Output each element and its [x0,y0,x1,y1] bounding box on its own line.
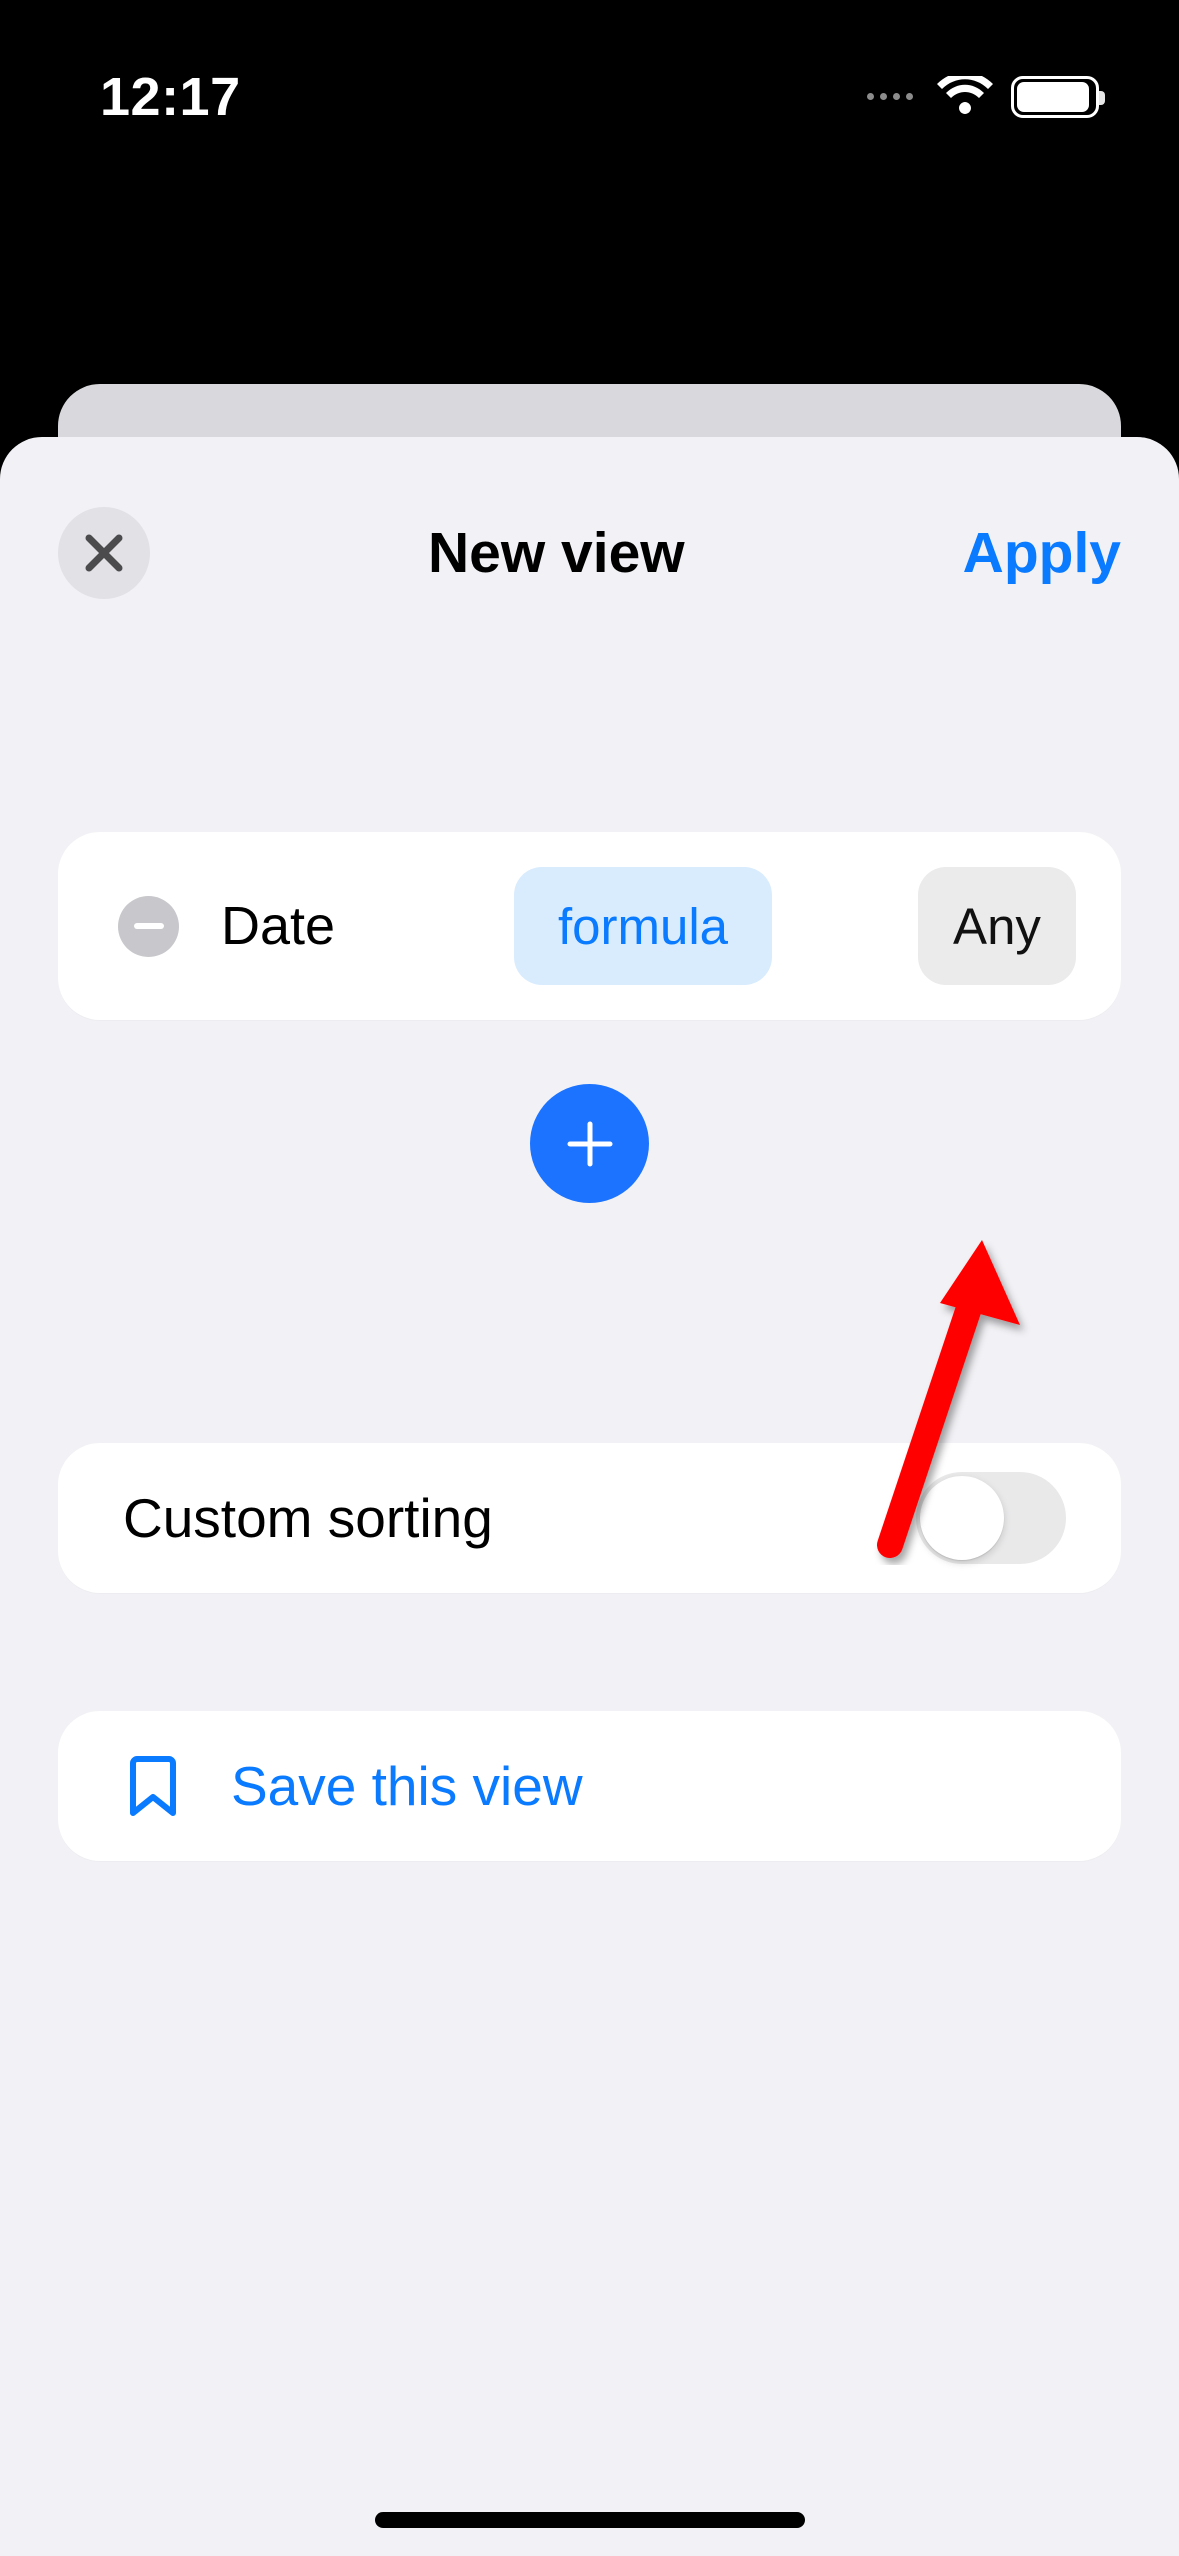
background-sheet [58,384,1121,444]
status-time: 12:17 [100,66,241,128]
filter-operator-chip[interactable]: formula [514,867,772,985]
filter-value-chip[interactable]: Any [918,867,1076,985]
plus-icon [562,1116,618,1172]
new-view-sheet: New view Apply Date formula Any Custom s… [0,437,1179,2556]
apply-button[interactable]: Apply [963,520,1121,586]
custom-sorting-label: Custom sorting [123,1486,493,1550]
toggle-knob [920,1476,1004,1560]
filter-field-label[interactable]: Date [221,895,514,957]
add-condition-button[interactable] [530,1084,649,1203]
save-view-button[interactable]: Save this view [58,1711,1121,1861]
filter-condition-row: Date formula Any [58,832,1121,1020]
battery-icon [1011,76,1099,118]
wifi-icon [937,76,993,118]
bookmark-icon [123,1755,183,1817]
sheet-header: New view Apply [0,437,1179,612]
minus-icon [132,909,166,943]
sheet-title: New view [428,520,685,586]
home-indicator[interactable] [375,2512,805,2528]
close-button[interactable] [58,507,150,599]
status-right [867,76,1099,118]
recording-dots-icon [867,93,913,100]
save-view-label: Save this view [231,1754,583,1818]
custom-sorting-row: Custom sorting [58,1443,1121,1593]
custom-sorting-toggle[interactable] [916,1472,1066,1564]
status-bar: 12:17 [0,0,1179,190]
remove-condition-button[interactable] [118,896,179,957]
close-icon [81,530,127,576]
